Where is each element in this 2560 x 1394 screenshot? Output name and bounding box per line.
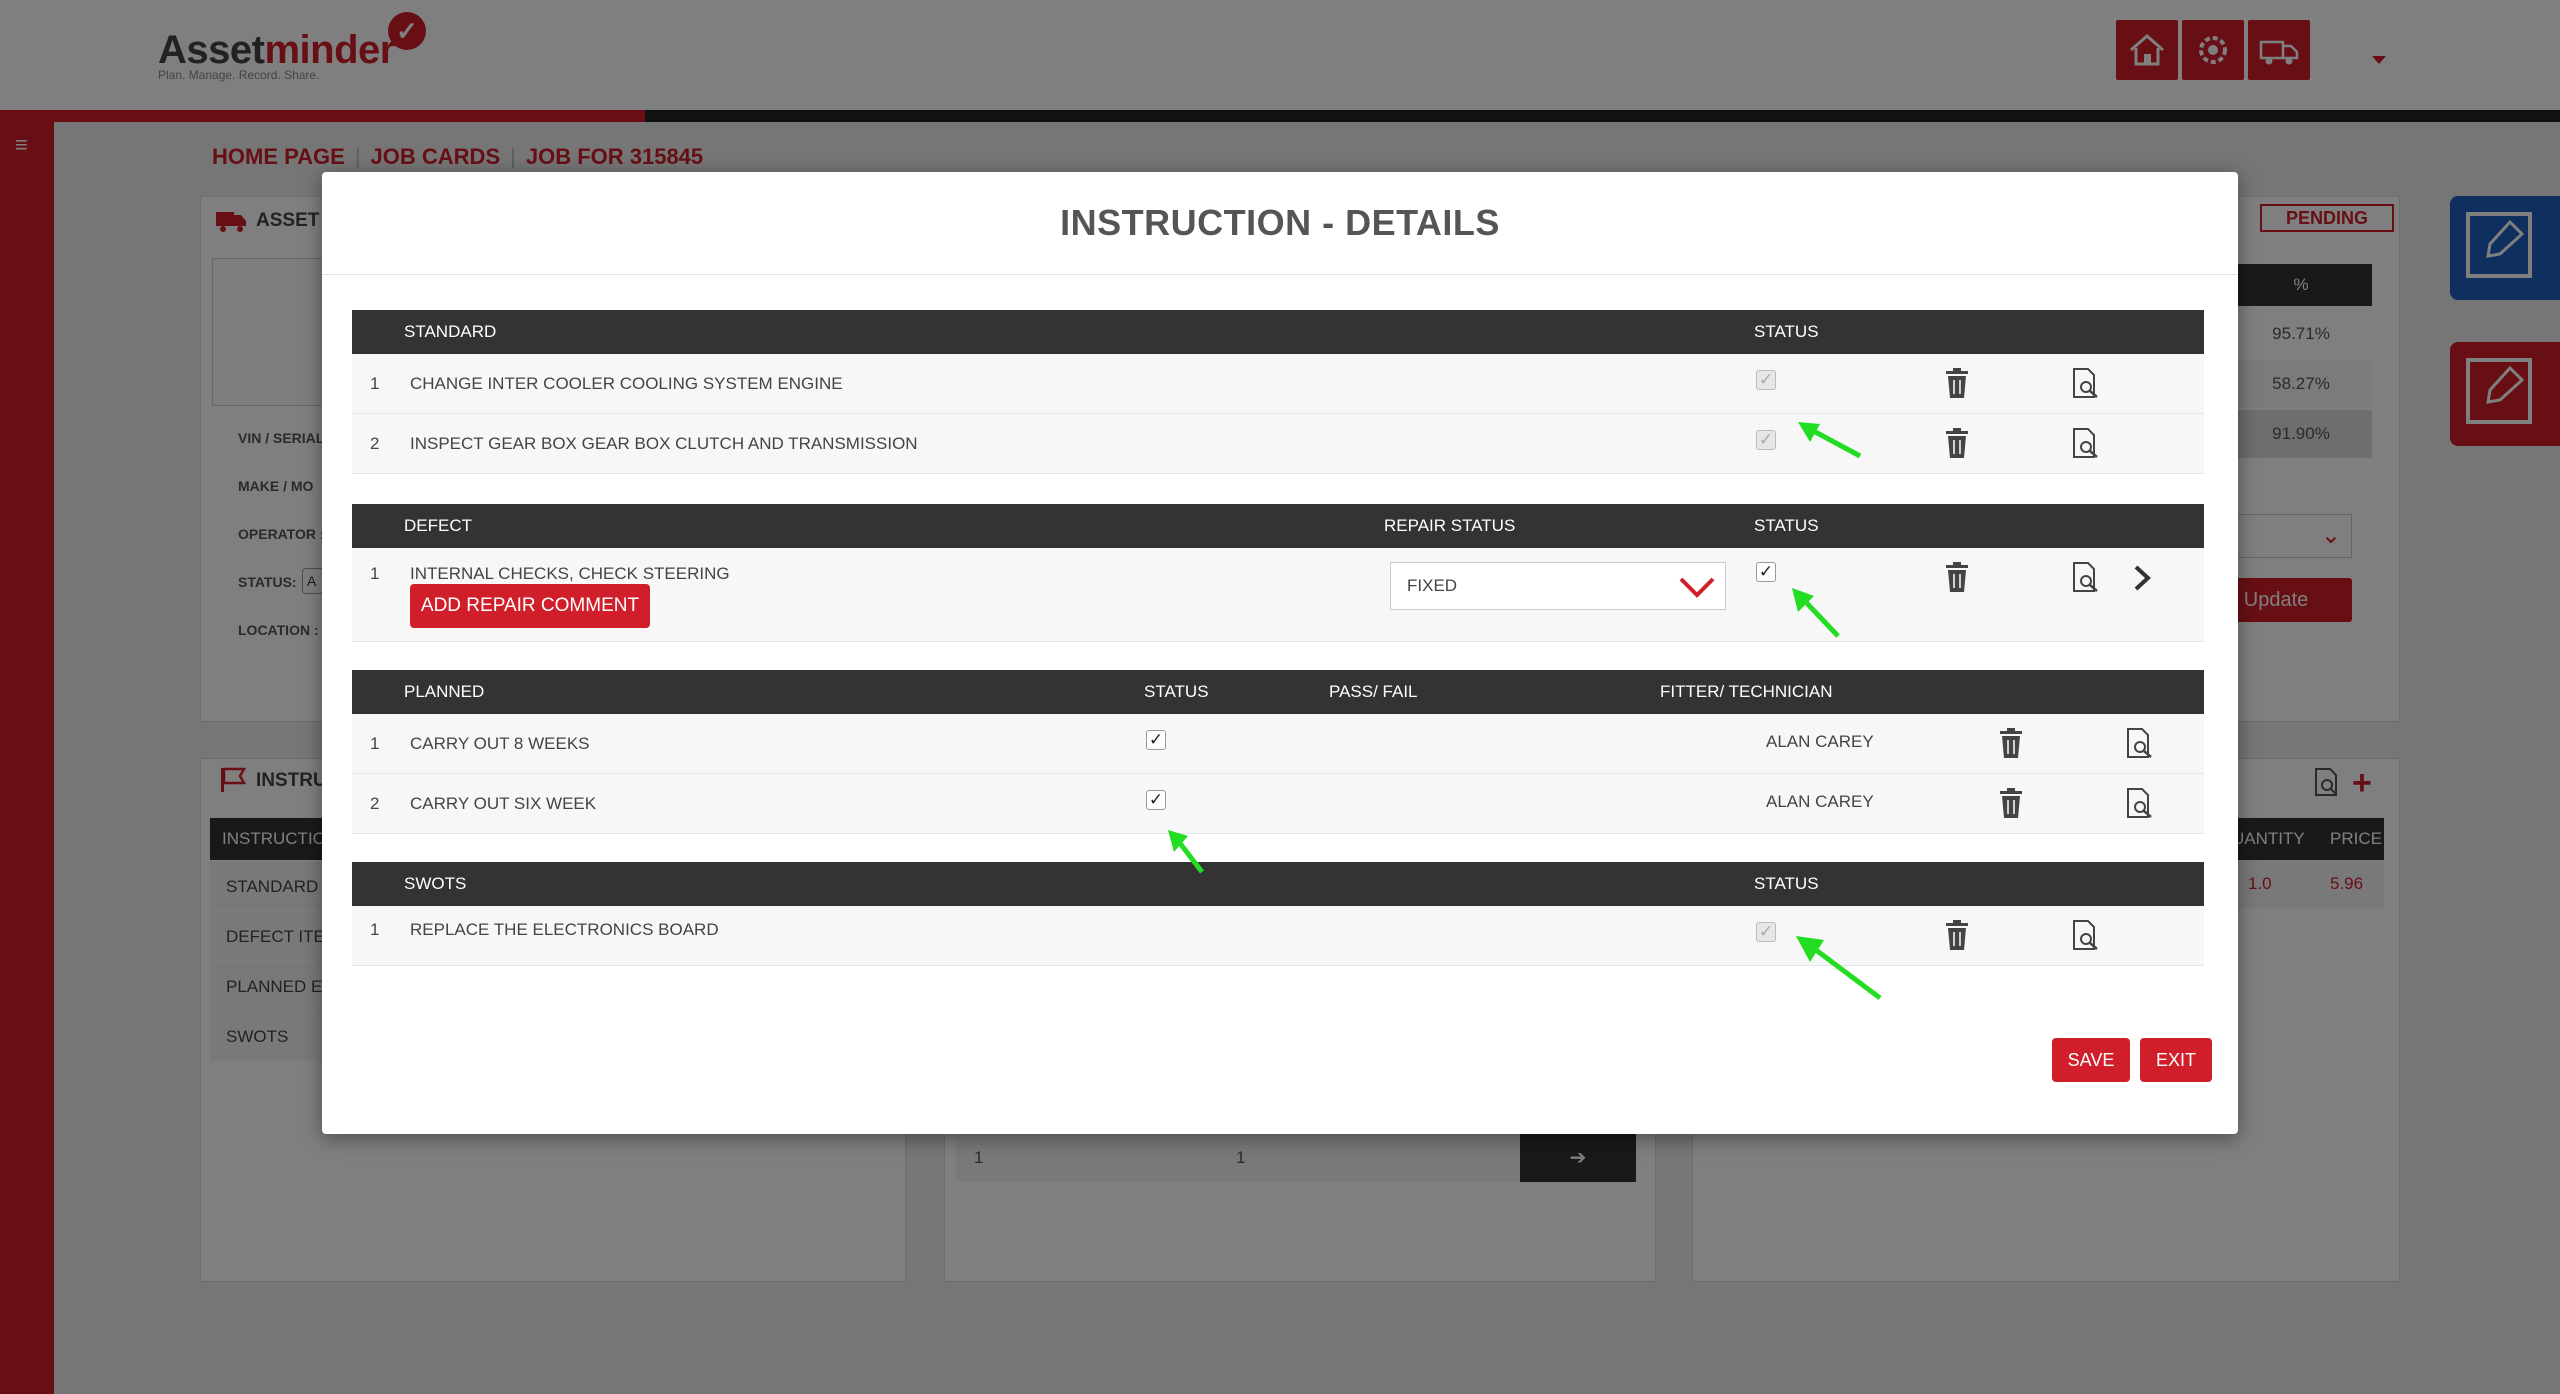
repair-status-select[interactable]: FIXED <box>1390 562 1726 610</box>
document-search-icon[interactable] <box>2068 426 2102 460</box>
status-checkbox[interactable]: ✓ <box>1756 922 1776 942</box>
modal-title: INSTRUCTION - DETAILS <box>1060 202 1500 243</box>
standard-header-label: STANDARD <box>404 322 497 341</box>
trash-icon[interactable] <box>1994 786 2028 820</box>
annotation-arrow-icon <box>1792 588 1840 638</box>
row-text: REPLACE THE ELECTRONICS BOARD <box>410 920 719 939</box>
row-text: CARRY OUT 8 WEEKS <box>410 734 590 753</box>
row-text: INSPECT GEAR BOX GEAR BOX CLUTCH AND TRA… <box>410 434 918 453</box>
swots-status-header: STATUS <box>1754 874 1819 893</box>
repair-status-value: FIXED <box>1407 576 1458 595</box>
document-search-icon[interactable] <box>2122 786 2156 820</box>
row-text: INTERNAL CHECKS, CHECK STEERING <box>410 564 730 583</box>
document-search-icon[interactable] <box>2122 726 2156 760</box>
status-checkbox[interactable]: ✓ <box>1756 370 1776 390</box>
table-row: 1 CHANGE INTER COOLER COOLING SYSTEM ENG… <box>352 354 2204 414</box>
annotation-arrow-icon <box>1796 936 1882 1000</box>
table-row: 2 CARRY OUT SIX WEEK ALAN CAREY <box>352 774 2204 834</box>
document-search-icon[interactable] <box>2068 366 2102 400</box>
pass-fail-header: PASS/ FAIL <box>1329 682 1418 701</box>
trash-icon[interactable] <box>1994 726 2028 760</box>
planned-header-label: PLANNED <box>404 682 485 701</box>
trash-icon[interactable] <box>1940 918 1974 952</box>
chevron-right-icon[interactable] <box>2130 564 2154 592</box>
exit-button[interactable]: EXIT <box>2140 1038 2212 1082</box>
row-number: 2 <box>370 794 380 813</box>
row-number: 1 <box>370 920 380 939</box>
trash-icon[interactable] <box>1940 560 1974 594</box>
defect-header-label: DEFECT <box>404 516 472 535</box>
defect-section-header: DEFECT REPAIR STATUS STATUS <box>352 504 2204 548</box>
row-text: CHANGE INTER COOLER COOLING SYSTEM ENGIN… <box>410 374 843 393</box>
status-checkbox[interactable]: ✓ <box>1146 790 1166 810</box>
fitter-name: ALAN CAREY <box>1766 792 1874 811</box>
save-button[interactable]: SAVE <box>2052 1038 2130 1082</box>
trash-icon[interactable] <box>1940 426 1974 460</box>
document-search-icon[interactable] <box>2068 918 2102 952</box>
annotation-arrow-icon <box>1798 422 1862 459</box>
status-checkbox[interactable]: ✓ <box>1756 430 1776 450</box>
modal-divider <box>322 274 2238 275</box>
table-row: 1 CARRY OUT 8 WEEKS ALAN CAREY <box>352 714 2204 774</box>
defect-status-header: STATUS <box>1754 516 1819 535</box>
row-text: CARRY OUT SIX WEEK <box>410 794 597 813</box>
row-number: 1 <box>370 374 380 393</box>
standard-status-header: STATUS <box>1754 322 1819 341</box>
document-search-icon[interactable] <box>2068 560 2102 594</box>
status-checkbox[interactable]: ✓ <box>1146 730 1166 750</box>
annotation-arrow-icon <box>1168 830 1204 874</box>
planned-status-header: STATUS <box>1144 682 1209 701</box>
row-number: 1 <box>370 734 380 753</box>
fitter-name: ALAN CAREY <box>1766 732 1874 751</box>
status-checkbox[interactable]: ✓ <box>1756 562 1776 582</box>
table-row: 2 INSPECT GEAR BOX GEAR BOX CLUTCH AND T… <box>352 414 2204 474</box>
row-number: 2 <box>370 434 380 453</box>
swots-section-header: SWOTS STATUS <box>352 862 2204 906</box>
row-number: 1 <box>370 564 380 583</box>
swots-header-label: SWOTS <box>404 874 467 893</box>
planned-section-header: PLANNED STATUS PASS/ FAIL FITTER/ TECHNI… <box>352 670 2204 714</box>
repair-status-header: REPAIR STATUS <box>1384 516 1516 535</box>
add-repair-comment-button[interactable]: ADD REPAIR COMMENT <box>410 584 650 628</box>
table-row: 1 REPLACE THE ELECTRONICS BOARD <box>352 906 2204 966</box>
fitter-header: FITTER/ TECHNICIAN <box>1660 682 1833 701</box>
trash-icon[interactable] <box>1940 366 1974 400</box>
standard-section-header: STANDARD <box>352 310 2204 354</box>
chevron-down-icon <box>1679 577 1715 598</box>
